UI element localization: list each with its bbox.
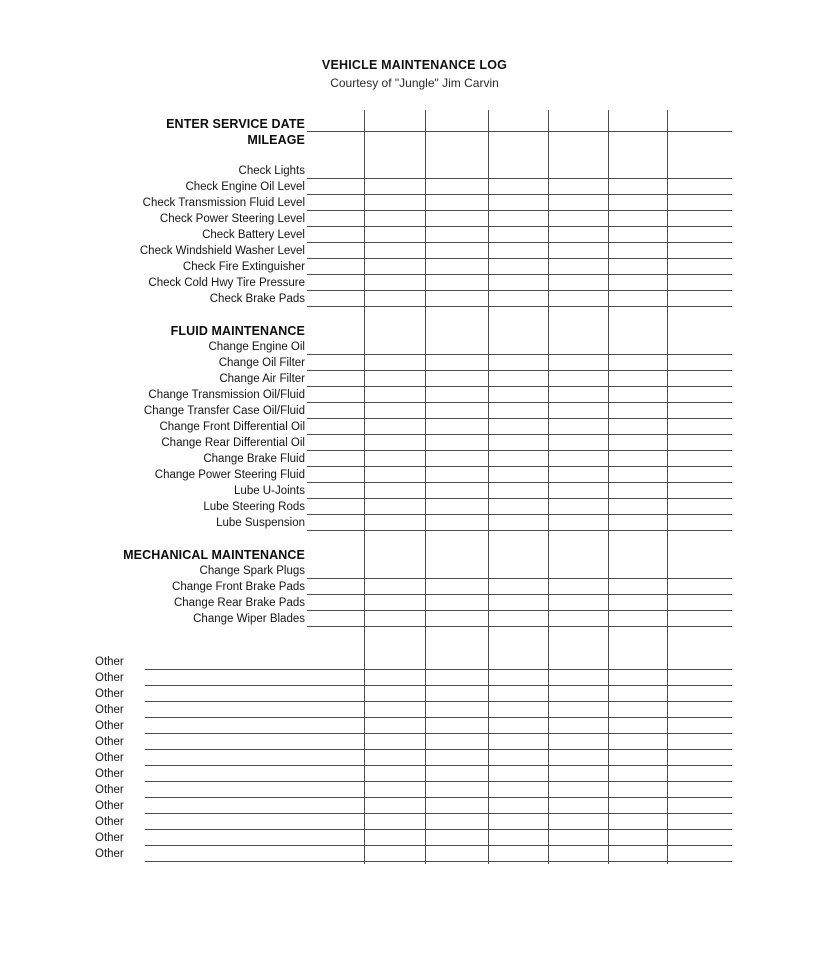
other-row[interactable]: Other [0,782,829,798]
task-row-label: Change Rear Differential Oil [161,437,305,449]
section-heading-label: MECHANICAL MAINTENANCE [123,548,305,562]
row-rule [307,530,732,531]
task-row-label: Check Power Steering Level [159,213,305,225]
task-row[interactable]: Check Power Steering Level [0,211,829,227]
task-row[interactable]: Lube Steering Rods [0,499,829,515]
task-row[interactable]: Check Transmission Fluid Level [0,195,829,211]
task-row[interactable]: Change Spark Plugs [0,563,829,579]
task-row-label: Change Front Brake Pads [172,581,305,593]
task-row-label: Check Brake Pads [209,293,305,305]
task-row[interactable]: Check Fire Extinguisher [0,259,829,275]
other-row[interactable]: Other [0,702,829,718]
task-row[interactable]: Change Brake Fluid [0,451,829,467]
other-row-label: Other [95,720,124,732]
task-row-label: Change Brake Fluid [203,453,305,465]
other-row-label: Other [95,832,124,844]
maintenance-log-page: VEHICLE MAINTENANCE LOG Courtesy of "Jun… [0,0,829,970]
task-row[interactable]: Change Power Steering Fluid [0,467,829,483]
task-row-label: Change Oil Filter [218,357,305,369]
task-row[interactable]: Change Air Filter [0,371,829,387]
other-row-label: Other [95,816,124,828]
other-row[interactable]: Other [0,654,829,670]
task-row[interactable]: Change Oil Filter [0,355,829,371]
other-row-label: Other [95,784,124,796]
task-row-label: Change Power Steering Fluid [154,469,305,481]
task-row-label: Change Engine Oil [208,341,305,353]
task-row[interactable]: Change Transmission Oil/Fluid [0,387,829,403]
other-row[interactable]: Other [0,798,829,814]
other-row-label: Other [95,768,124,780]
header-row-1[interactable]: ENTER SERVICE DATE [0,116,829,132]
task-row-label: Change Transmission Oil/Fluid [148,389,305,401]
log-rows: ENTER SERVICE DATE MILEAGE Check Lights Che… [0,0,829,970]
task-row-label: Check Lights [238,165,305,177]
task-row-label: Change Air Filter [219,373,305,385]
other-row[interactable]: Other [0,750,829,766]
section-heading-mechanical-maintenance: MECHANICAL MAINTENANCE [0,547,829,563]
section-heading-label: FLUID MAINTENANCE [170,324,305,338]
task-row-label: Lube Suspension [216,517,305,529]
task-row[interactable]: Check Battery Level [0,227,829,243]
header-row-label: ENTER SERVICE DATE [166,117,305,131]
task-row-label: Check Fire Extinguisher [182,261,305,273]
row-rule [145,861,732,862]
other-row[interactable]: Other [0,766,829,782]
task-row-label: Lube Steering Rods [203,501,305,513]
task-row[interactable]: Change Rear Brake Pads [0,595,829,611]
task-row-label: Check Battery Level [202,229,305,241]
task-row[interactable]: Check Brake Pads [0,291,829,307]
task-row-label: Check Transmission Fluid Level [142,197,305,209]
task-row[interactable]: Change Engine Oil [0,339,829,355]
other-row-label: Other [95,704,124,716]
task-row[interactable]: Change Front Differential Oil [0,419,829,435]
other-row-label: Other [95,672,124,684]
header-row-2[interactable]: MILEAGE [0,132,829,148]
task-row-label: Change Wiper Blades [193,613,305,625]
other-row[interactable]: Other [0,830,829,846]
other-row[interactable]: Other [0,686,829,702]
task-row-label: Check Cold Hwy Tire Pressure [148,277,305,289]
task-row[interactable]: Check Cold Hwy Tire Pressure [0,275,829,291]
task-row-label: Change Front Differential Oil [159,421,305,433]
task-row[interactable]: Lube Suspension [0,515,829,531]
other-row[interactable]: Other [0,718,829,734]
task-row-label: Lube U-Joints [234,485,305,497]
task-row[interactable]: Check Engine Oil Level [0,179,829,195]
task-row[interactable]: Lube U-Joints [0,483,829,499]
task-row-label: Check Engine Oil Level [185,181,305,193]
task-row-label: Change Transfer Case Oil/Fluid [143,405,305,417]
task-row[interactable]: Check Windshield Washer Level [0,243,829,259]
task-row[interactable]: Change Transfer Case Oil/Fluid [0,403,829,419]
other-row[interactable]: Other [0,734,829,750]
task-row[interactable]: Change Rear Differential Oil [0,435,829,451]
task-row-label: Check Windshield Washer Level [139,245,305,257]
row-rule [307,306,732,307]
other-row-label: Other [95,656,124,668]
other-row-label: Other [95,736,124,748]
other-row-label: Other [95,800,124,812]
other-row-label: Other [95,752,124,764]
other-row[interactable]: Other [0,670,829,686]
other-row[interactable]: Other [0,814,829,830]
section-heading-fluid-maintenance: FLUID MAINTENANCE [0,323,829,339]
task-row[interactable]: Check Lights [0,163,829,179]
row-rule [307,626,732,627]
task-row[interactable]: Change Front Brake Pads [0,579,829,595]
header-row-label: MILEAGE [247,133,305,147]
task-row-label: Change Rear Brake Pads [173,597,305,609]
other-row-label: Other [95,688,124,700]
task-row[interactable]: Change Wiper Blades [0,611,829,627]
task-row-label: Change Spark Plugs [199,565,305,577]
other-row[interactable]: Other [0,846,829,862]
other-row-label: Other [95,848,124,860]
